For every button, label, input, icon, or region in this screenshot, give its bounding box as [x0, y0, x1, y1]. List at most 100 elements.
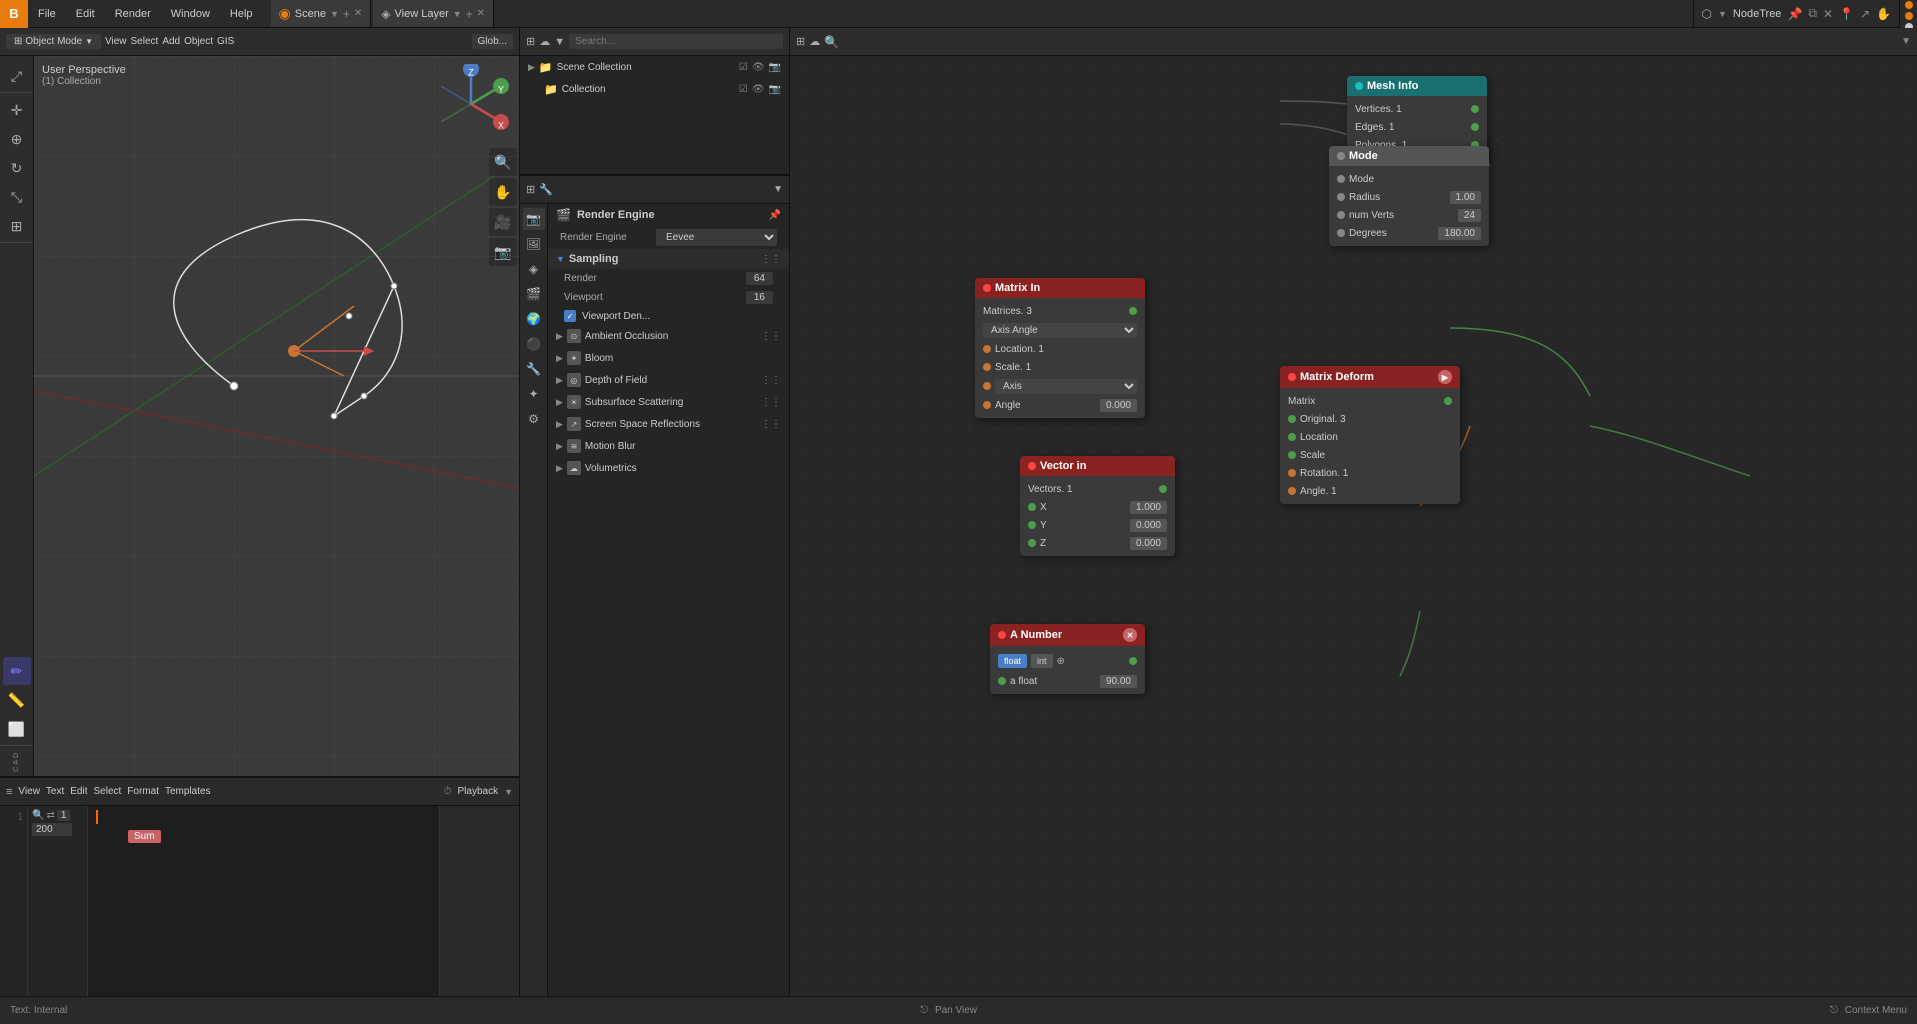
annotate-tool[interactable]: ✏ [3, 657, 31, 685]
ne-search-icon[interactable]: 🔍 [824, 35, 839, 49]
filter-icon[interactable]: ⊞ [526, 35, 535, 48]
view-layer-props-icon[interactable]: ◈ [523, 258, 545, 280]
viewport-mode-btn[interactable]: ⊞ Object Mode ▼ [6, 34, 101, 49]
screw-node[interactable]: Mode Mode Radius 1.00 num Verts [1329, 146, 1489, 246]
menu-help[interactable]: Help [220, 0, 263, 27]
scene-tab-menu[interactable]: ▼ [330, 9, 339, 19]
te-edit-menu[interactable]: Edit [70, 786, 87, 797]
modifier-props-icon[interactable]: 🔧 [523, 358, 545, 380]
cube-tool[interactable]: ⬜ [3, 715, 31, 743]
viewport-denoise-checkbox[interactable]: ✓ [564, 310, 576, 322]
text-content-area[interactable]: Sum [88, 806, 439, 996]
te-format-menu[interactable]: Format [127, 786, 159, 797]
outliner-search[interactable] [569, 34, 783, 49]
te-templates-menu[interactable]: Templates [165, 786, 211, 797]
node-editor-canvas[interactable]: Mesh Info Vertices. 1 Edges. 1 Polygons.… [790, 56, 1917, 996]
axis-angle-select[interactable]: Axis Angle [983, 323, 1137, 338]
vp-object-btn[interactable]: Object [184, 36, 213, 47]
sss-options-icon[interactable]: ⋮⋮ [761, 397, 781, 408]
bloom-header[interactable]: ▶ ✦ Bloom [548, 347, 789, 369]
vector-in-node[interactable]: Vector in Vectors. 1 X 1.000 Y [1020, 456, 1175, 556]
node-close-icon[interactable]: ✕ [1823, 7, 1833, 21]
app-logo[interactable]: B [0, 0, 28, 28]
sc-camera-icon[interactable]: 📷 [769, 62, 781, 73]
depth-of-field-header[interactable]: ▶ ◎ Depth of Field ⋮⋮ [548, 369, 789, 391]
te-search-icon[interactable]: 🔍 [32, 810, 44, 821]
node-pin-icon[interactable]: 📌 [1787, 7, 1802, 21]
outliner-type-icon[interactable]: ☁ [539, 35, 550, 48]
props-expand-icon[interactable]: ▼ [773, 184, 783, 195]
node-copy-icon[interactable]: ⧉ [1808, 6, 1817, 21]
cursor-tool[interactable]: ✛ [3, 96, 31, 124]
output-props-icon[interactable]: 🖼 [523, 233, 545, 255]
ambient-occlusion-header[interactable]: ▶ ⊙ Ambient Occlusion ⋮⋮ [548, 325, 789, 347]
ao-options-icon[interactable]: ⋮⋮ [761, 331, 781, 342]
viewlayer-tab-menu[interactable]: ▼ [453, 9, 462, 19]
render-value[interactable]: 64 [746, 272, 773, 285]
vp-view-btn[interactable]: View [105, 36, 127, 47]
scene-pin-icon[interactable]: 📌 [769, 210, 781, 221]
col-eye-icon[interactable]: 👁 [752, 84, 765, 95]
object-props-icon[interactable]: ⚫ [523, 333, 545, 355]
menu-render[interactable]: Render [105, 0, 161, 27]
float-btn[interactable]: float [998, 654, 1027, 668]
sampling-options-icon[interactable]: ⋮⋮ [761, 254, 781, 265]
axis-select[interactable]: Axis [995, 379, 1137, 394]
scene-tab-close[interactable]: ✕ [354, 8, 362, 19]
render-props-icon[interactable]: 📷 [523, 208, 545, 230]
sc-checkbox-icon[interactable]: ☑ [739, 62, 748, 73]
te-text-menu[interactable]: Text [46, 786, 64, 797]
node-editor-menu[interactable]: ▼ [1718, 9, 1727, 19]
scene-tab-label[interactable]: Scene [295, 8, 326, 20]
scene-props-icon[interactable]: 🎬 [523, 283, 545, 305]
viewport-canvas[interactable]: User Perspective (1) Collection Z [34, 56, 519, 776]
outliner-filter-icon[interactable]: ▼ [554, 36, 565, 48]
scale-tool[interactable]: ⤡ [3, 183, 31, 211]
vp-gis-btn[interactable]: GIS [217, 36, 234, 47]
vp-add-btn[interactable]: Add [162, 36, 180, 47]
col-camera-icon[interactable]: 📷 [769, 84, 781, 95]
vp-select-btn[interactable]: Select [131, 36, 159, 47]
ne-filter-btn[interactable]: ▼ [1901, 36, 1911, 47]
matrix-in-node[interactable]: Matrix In Matrices. 3 Axis Angle Loca [975, 278, 1145, 418]
te-play-dropdown[interactable]: ▼ [504, 787, 513, 797]
scene-tab-add[interactable]: + [343, 7, 350, 21]
dof-options-icon[interactable]: ⋮⋮ [761, 375, 781, 386]
int-btn[interactable]: int [1031, 654, 1053, 668]
number-type-icon[interactable]: ⊕ [1057, 656, 1065, 667]
viewlayer-tab-add[interactable]: + [466, 7, 473, 21]
ne-menu-icon[interactable]: ⊞ [796, 35, 805, 48]
menu-window[interactable]: Window [161, 0, 220, 27]
move-tool[interactable]: ⊕ [3, 125, 31, 153]
select-tool[interactable]: ⤢ [3, 62, 31, 90]
a-number-close-btn[interactable]: ✕ [1123, 628, 1137, 642]
node-pin2-icon[interactable]: 📍 [1839, 7, 1854, 21]
matrix-deform-extra-btn[interactable]: ▶ [1438, 370, 1452, 384]
te-jump-icon[interactable]: ⇄ [46, 810, 54, 821]
scene-collection-item[interactable]: ▶ 📁 Scene Collection ☑ 👁 📷 [520, 56, 789, 78]
te-view-menu[interactable]: View [18, 786, 40, 797]
collection-item[interactable]: 📁 Collection ☑ 👁 📷 [520, 78, 789, 100]
volumetrics-header[interactable]: ▶ ☁ Volumetrics [548, 457, 789, 479]
props-filter-icon[interactable]: ⊞ [526, 183, 535, 196]
col-checkbox-icon[interactable]: ☑ [739, 84, 748, 95]
menu-edit[interactable]: Edit [66, 0, 105, 27]
vp-global-btn[interactable]: Glob... [472, 34, 513, 49]
sc-eye-icon[interactable]: 👁 [752, 62, 765, 73]
ssr-header[interactable]: ▶ ↗ Screen Space Reflections ⋮⋮ [548, 413, 789, 435]
transform-tool[interactable]: ⊞ [3, 212, 31, 240]
a-number-node[interactable]: A Number ✕ float int ⊕ a float 90.00 [990, 624, 1145, 694]
ssr-options-icon[interactable]: ⋮⋮ [761, 419, 781, 430]
te-select-menu[interactable]: Select [94, 786, 122, 797]
ne-type-icon[interactable]: ☁ [809, 35, 820, 48]
measure-tool[interactable]: 📏 [3, 686, 31, 714]
viewlayer-tab-label[interactable]: View Layer [395, 8, 449, 20]
rotate-tool[interactable]: ↻ [3, 154, 31, 182]
world-props-icon[interactable]: 🌍 [523, 308, 545, 330]
subsurface-header[interactable]: ▶ ☀ Subsurface Scattering ⋮⋮ [548, 391, 789, 413]
matrix-deform-node[interactable]: Matrix Deform ▶ Matrix Original. 3 Locat… [1280, 366, 1460, 504]
menu-file[interactable]: File [28, 0, 66, 27]
node-grab-icon[interactable]: ✋ [1876, 7, 1891, 21]
physics-props-icon[interactable]: ⚙ [523, 408, 545, 430]
motion-blur-header[interactable]: ▶ ≋ Motion Blur [548, 435, 789, 457]
